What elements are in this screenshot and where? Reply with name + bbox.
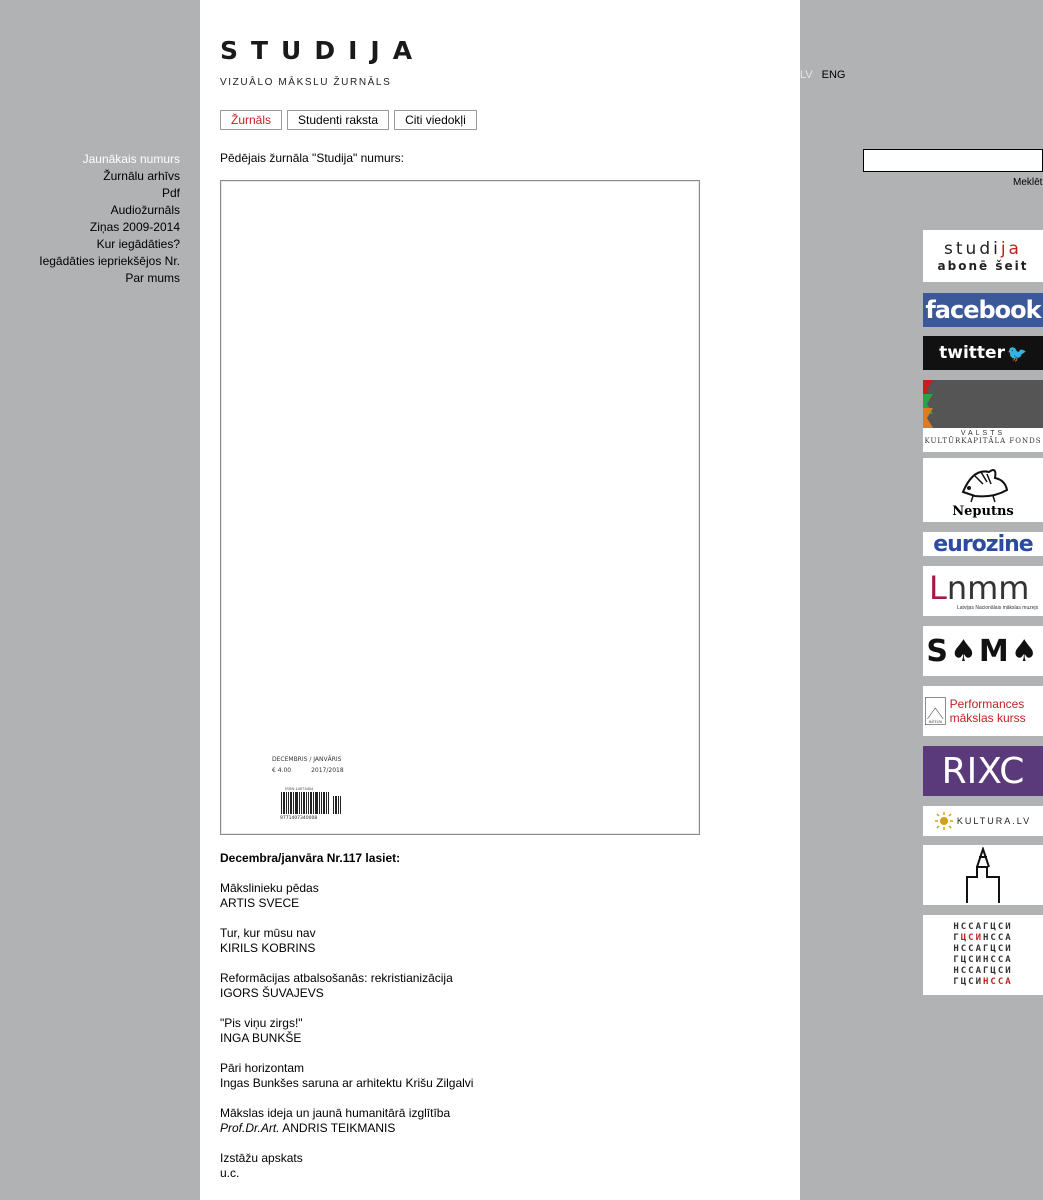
twitter-bird-icon: 🐦 [1006,343,1027,363]
banner-vkkf[interactable]: VALSTS KULTŪRKAPITĀLA FONDS [923,380,1043,452]
site-tagline: VIZUĀLO MĀKSLU ŽURNĀLS [220,77,392,88]
vkkf-text-1: VALSTS [960,430,1006,437]
letters-row: ГЦСИНССА [953,977,1013,987]
banner-letters[interactable]: НССАГЦСИ ГЦСИНССА НССАГЦСИ ГЦСИНССА НССА… [923,915,1043,995]
sama-logo: S♠M♠ [926,633,1040,669]
banner-mtelpa[interactable]: MĀTELPA Performances mākslas kurss [923,686,1043,736]
article-title: Reformācijas atbalsošanās: rekristianizā… [220,971,453,985]
magazine-cover-image[interactable]: DECEMBRIS / JANVĀRIS € 4.00 2017/2018 IS… [220,180,700,835]
nav-item-par-mums[interactable]: Par mums [0,270,180,287]
lnmm-logo: nmm [946,569,1030,607]
cover-meta: DECEMBRIS / JANVĀRIS € 4.00 2017/2018 [272,756,344,774]
article-author: Prof.Dr.Art. ANDRIS TEIKMANIS [220,1121,780,1136]
article-item: Mākslinieku pēdas ARTIS SVECE [220,881,780,911]
nav-item-pdf[interactable]: Pdf [0,185,180,202]
banner-facebook[interactable]: facebook [923,293,1043,327]
article-title: Mākslas ideja un jaunā humanitārā izglīt… [220,1106,451,1120]
vkkf-chevron-icon [923,380,933,428]
letters-row: НССАГЦСИ [953,922,1013,932]
article-item: Pāri horizontam Ingas Bunkšes saruna ar … [220,1061,780,1091]
vkkf-logo [923,380,1043,428]
article-title: Pāri horizontam [220,1061,305,1075]
subscribe-text: abonē šeit [937,259,1029,273]
article-title: Mākslinieku pēdas [220,881,319,895]
barcode-icon: 9771407340008 [280,792,341,820]
banner-eurozine[interactable]: eurozine [923,532,1043,556]
search-input[interactable] [863,149,1043,172]
nav-item-zurnalu-arhivs[interactable]: Žurnālu arhīvs [0,168,180,185]
site-logo[interactable]: STUDIJA [220,36,425,65]
article-item: Izstāžu apskats u.c. [220,1151,780,1181]
article-item: "Pis viņu zirgs!" INGA BUNKŠE [220,1016,780,1046]
letters-row: НССАГЦСИ [953,944,1013,954]
author-prefix: Prof.Dr.Art. [220,1121,280,1135]
twitter-logo: twitter [939,343,1005,363]
issue-contents: Decembra/janvāra Nr.117 lasiet: Mākslini… [220,851,780,1196]
lnmm-subtitle: Latvijas Nacionālais mākslas muzejs [957,605,1039,611]
cover-price: € 4.00 [272,767,292,774]
letters-row: ГЦСИНССА [953,955,1013,965]
article-item: Mākslas ideja un jaunā humanitārā izglīt… [220,1106,780,1136]
vkkf-text-2: KULTŪRKAPITĀLA FONDS [924,437,1042,445]
banner-tower[interactable] [923,845,1043,905]
nav-item-zinas[interactable]: Ziņas 2009-2014 [0,219,180,236]
search-button[interactable]: Meklēt [1013,177,1042,188]
left-navigation: Jaunākais numurs Žurnālu arhīvs Pdf Audi… [0,151,180,287]
article-title: Tur, kur mūsu nav [220,926,316,940]
article-item: Tur, kur mūsu nav KIRILS KOBRINS [220,926,780,956]
nav-item-kur-iegadaties[interactable]: Kur iegādāties? [0,236,180,253]
nav-item-jaunakais-numurs[interactable]: Jaunākais numurs [0,151,180,168]
banner-lnmm[interactable]: Lnmm Latvijas Nacionālais mākslas muzejs [923,566,1043,616]
banner-rixc[interactable]: RIXC [923,746,1043,796]
cover-month: DECEMBRIS / JANVĀRIS [272,756,342,763]
eurozine-logo: eurozine [933,532,1033,556]
mtelpa-mountain-icon: MĀTELPA [925,697,946,725]
lang-eng[interactable]: ENG [822,69,846,81]
mtelpa-logo-text: MĀTELPA [929,719,943,724]
banner-kultura[interactable]: KULTURA.LV [923,806,1043,836]
neputns-name: Neputns [952,503,1014,519]
banner-studija-subscribe[interactable]: studija abonē šeit [923,230,1043,282]
kultura-logo: KULTURA.LV [956,816,1032,826]
mtelpa-text: Performances mākslas kurss [949,697,1026,725]
cover-year: 2017/2018 [311,767,344,774]
section-tabs: Žurnāls Studenti raksta Citi viedokļi [220,110,477,130]
sun-icon [934,812,953,830]
tab-studenti-raksta[interactable]: Studenti raksta [287,110,390,130]
rixc-logo: RIXC [941,750,1025,792]
article-title: "Pis viņu zirgs!" [220,1016,303,1030]
article-item: Reformācijas atbalsošanās: rekristianizā… [220,971,780,1001]
lang-lv[interactable]: LV [800,69,813,81]
language-switcher: LV ENG [800,69,845,81]
barcode-number: 9771407340008 [280,815,317,820]
neputns-bird-icon [961,468,1009,502]
issue-lead: Decembra/janvāra Nr.117 lasiet: [220,851,401,865]
facebook-logo: facebook [925,296,1041,324]
letters-row: НССАГЦСИ [953,966,1013,976]
studija-text: studi [944,239,1001,259]
letters-row: ГЦСИНССА [953,933,1013,943]
article-author: KIRILS KOBRINS [220,941,316,955]
banner-neputns[interactable]: Neputns [923,458,1043,522]
article-author: ARTIS SVECE [220,896,300,910]
article-author: INGA BUNKŠE [220,1031,302,1045]
article-author: IGORS ŠUVAJEVS [220,986,324,1000]
tab-zurnals[interactable]: Žurnāls [220,110,283,130]
studija-text-red: ja [1000,239,1022,259]
article-author: u.c. [220,1166,240,1180]
author-name: ANDRIS TEIKMANIS [282,1121,396,1135]
article-author: Ingas Bunkšes saruna ar arhitektu Krišu … [220,1076,474,1090]
nav-item-audiozurnals[interactable]: Audiožurnāls [0,202,180,219]
tab-citi-viedokli[interactable]: Citi viedokļi [394,110,477,130]
nav-item-iegadaties-iepriekshejos[interactable]: Iegādāties iepriekšējos Nr. [0,253,180,270]
intro-text: Pēdējais žurnāla "Studija" numurs: [220,151,404,165]
banner-twitter[interactable]: twitter 🐦 [923,336,1043,370]
tower-icon [966,847,1000,903]
lnmm-l: L [929,569,947,607]
banner-sama[interactable]: S♠M♠ [923,626,1043,676]
article-title: Izstāžu apskats [220,1151,303,1165]
